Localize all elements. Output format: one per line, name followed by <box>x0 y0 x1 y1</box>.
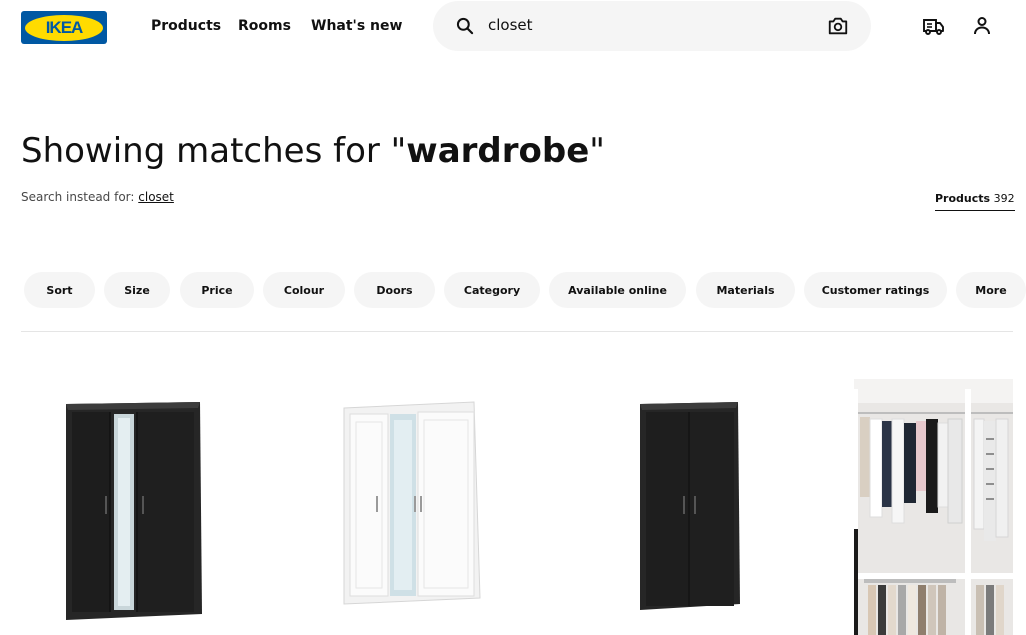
divider <box>21 331 1013 332</box>
site-header: IKEA Products Rooms What's new closet <box>0 0 1026 60</box>
search-instead: Search instead for: closet <box>21 190 174 204</box>
product-image-black-wardrobe-mirror[interactable] <box>60 398 206 622</box>
filter-price[interactable]: Price <box>180 272 254 308</box>
filter-customer-ratings[interactable]: Customer ratings <box>804 272 947 308</box>
nav-products[interactable]: Products <box>151 18 221 34</box>
nav-whats-new[interactable]: What's new <box>311 18 402 34</box>
search-instead-label: Search instead for: <box>21 190 139 204</box>
search-bar[interactable]: closet <box>433 1 871 51</box>
delivery-truck-icon[interactable] <box>922 14 946 38</box>
page-title: Showing matches for "wardrobe" <box>21 131 605 171</box>
search-input[interactable]: closet <box>488 16 533 34</box>
products-count-label: Products <box>935 192 991 205</box>
filter-category[interactable]: Category <box>444 272 540 308</box>
products-count-tab[interactable]: Products 392 <box>935 192 1015 211</box>
product-image-open-wardrobe-system[interactable] <box>854 379 1013 635</box>
filter-available-online[interactable]: Available online <box>549 272 686 308</box>
filter-colour[interactable]: Colour <box>263 272 345 308</box>
ikea-logo[interactable]: IKEA <box>21 11 107 44</box>
filter-materials[interactable]: Materials <box>696 272 795 308</box>
search-instead-link[interactable]: closet <box>138 190 174 204</box>
search-icon[interactable] <box>455 16 475 36</box>
filter-more[interactable]: More <box>956 272 1026 308</box>
nav-rooms[interactable]: Rooms <box>238 18 291 34</box>
logo-text: IKEA <box>45 17 84 37</box>
filter-doors[interactable]: Doors <box>354 272 435 308</box>
camera-icon[interactable] <box>827 15 849 37</box>
products-count-value: 392 <box>993 192 1015 205</box>
filter-size[interactable]: Size <box>104 272 170 308</box>
search-term: wardrobe <box>406 131 590 171</box>
product-image-black-wardrobe-two-door[interactable] <box>634 398 746 612</box>
product-image-white-wardrobe-mirror[interactable] <box>336 398 486 612</box>
user-icon[interactable] <box>970 14 994 38</box>
filter-sort[interactable]: Sort <box>24 272 95 308</box>
